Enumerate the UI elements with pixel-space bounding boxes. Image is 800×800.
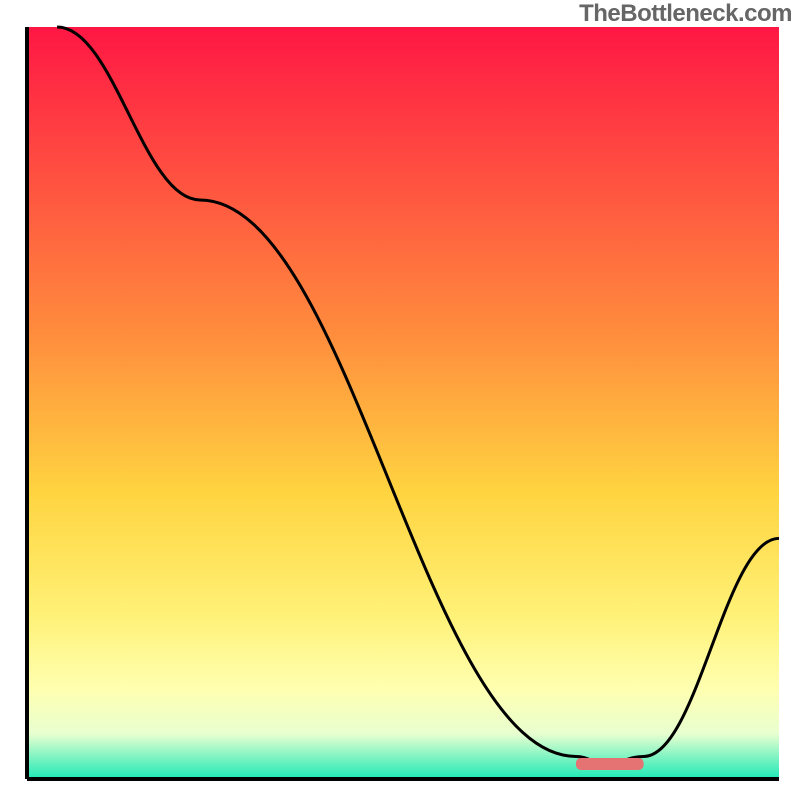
chart-svg: [0, 0, 800, 800]
marker-segment: [576, 758, 644, 770]
watermark-text: TheBottleneck.com: [579, 0, 792, 28]
plot-background: [27, 27, 779, 779]
chart-container: TheBottleneck.com: [0, 0, 800, 800]
